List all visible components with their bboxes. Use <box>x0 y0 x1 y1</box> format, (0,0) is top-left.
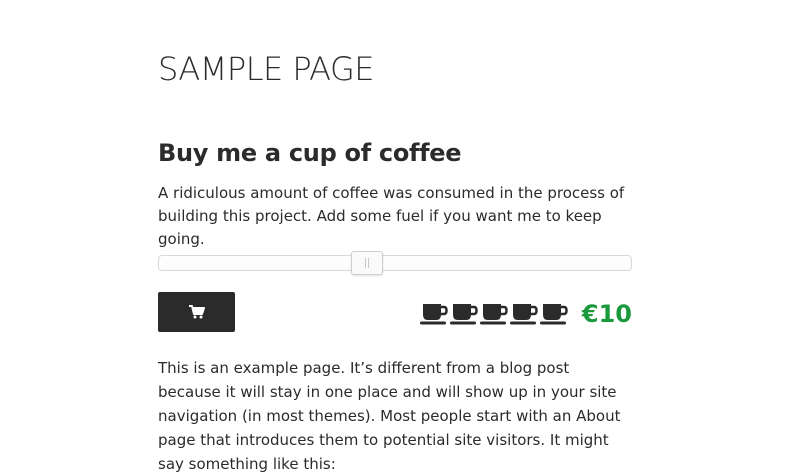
coffee-cups <box>420 300 568 326</box>
coffee-cup-icon <box>450 300 478 326</box>
coffee-cup-icon <box>540 300 568 326</box>
coffee-cup-icon <box>480 300 508 326</box>
coffee-cup-icon <box>510 300 538 326</box>
coffee-cup-icon <box>420 300 448 326</box>
add-to-cart-button[interactable] <box>158 292 235 332</box>
price-value: €10 <box>581 300 632 328</box>
page-body-paragraph: This is an example page. It’s different … <box>158 359 621 473</box>
slider-handle[interactable] <box>351 251 383 275</box>
coffee-widget-heading: Buy me a cup of coffee <box>158 139 462 167</box>
coffee-amount-slider[interactable] <box>158 251 632 275</box>
page-title: SAMPLE PAGE <box>158 50 375 88</box>
shopping-cart-icon <box>188 305 205 319</box>
coffee-widget-description: A ridiculous amount of coffee was consum… <box>158 184 625 248</box>
